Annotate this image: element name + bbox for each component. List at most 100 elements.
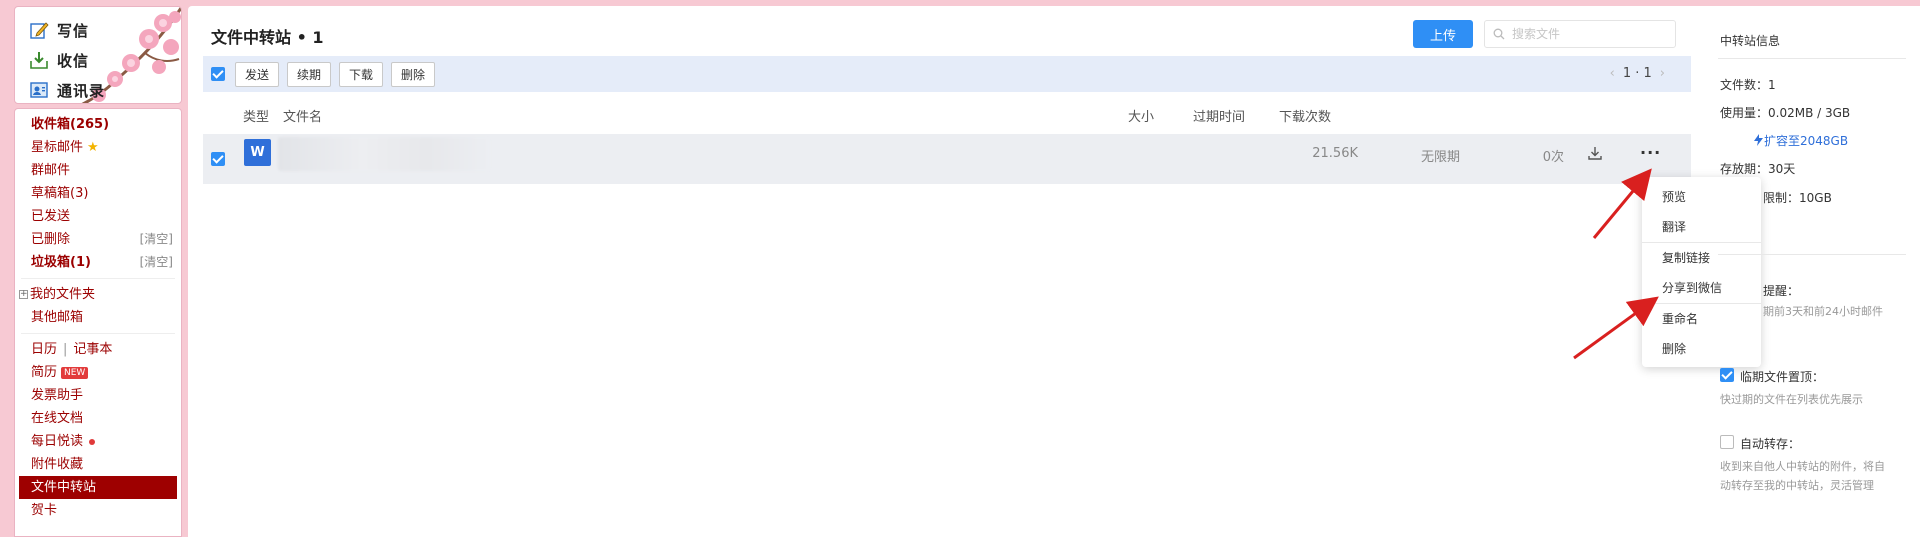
nav-spam-label: 垃圾箱(1): [31, 255, 91, 270]
nav-invoice-label: 发票助手: [31, 388, 84, 403]
star-icon: ★: [87, 140, 99, 155]
nav-invoice-assistant[interactable]: 发票助手: [15, 384, 181, 407]
nav-group-mail[interactable]: 群邮件: [15, 159, 181, 182]
file-size: 21.56K: [1312, 146, 1358, 161]
word-file-icon: W: [244, 139, 271, 166]
receive-mail-label: 收信: [57, 51, 90, 70]
compose-label: 写信: [57, 21, 90, 40]
nav-file-transfer[interactable]: 文件中转站: [19, 476, 177, 499]
nav-divider: [21, 278, 175, 279]
nav-calendar[interactable]: 日历: [31, 342, 57, 357]
lightning-icon: [1754, 134, 1763, 146]
nav-daily-read-label: 每日悦读: [31, 434, 84, 449]
auto-save-desc-1: 收到来自他人中转站的附件，将自: [1720, 460, 1885, 473]
nav-greeting-cards[interactable]: 贺卡: [15, 499, 181, 522]
nav-starred-label: 星标邮件: [31, 140, 84, 155]
expand-icon[interactable]: +: [19, 290, 28, 299]
nav-attachments-label: 附件收藏: [31, 457, 84, 472]
compose-button[interactable]: 写信: [29, 17, 89, 43]
nav-calendar-row: 日历 | 记事本: [15, 338, 181, 361]
file-expire: 无限期: [1420, 150, 1460, 165]
nav-pipe-divider: |: [63, 342, 68, 357]
info-usage: 使用量：0.02MB / 3GB: [1720, 106, 1851, 120]
info-panel: 中转站信息 文件数：1 使用量：0.02MB / 3GB 扩容至2048GB 存…: [1718, 6, 1920, 537]
nav-group-label: 群邮件: [31, 163, 71, 178]
info-divider: [1718, 58, 1906, 59]
renew-button[interactable]: 续期: [287, 62, 332, 87]
select-all-checkbox[interactable]: [211, 67, 225, 81]
nav-attachments[interactable]: 附件收藏: [15, 453, 181, 476]
nav-inbox[interactable]: 收件箱(265): [15, 113, 181, 136]
nav-sent-label: 已发送: [31, 209, 71, 224]
next-page-icon[interactable]: ›: [1660, 66, 1665, 81]
download-button[interactable]: 下载: [339, 62, 384, 87]
contacts-button[interactable]: 通讯录: [29, 77, 105, 103]
clear-deleted-link[interactable]: [清空]: [140, 228, 173, 251]
search-icon: [1493, 28, 1505, 40]
new-badge: NEW: [61, 366, 89, 379]
column-size[interactable]: 大小: [1128, 106, 1154, 125]
nav-drafts-label: 草稿箱(3): [31, 186, 89, 201]
nav-deleted[interactable]: 已删除 [清空]: [15, 228, 181, 251]
action-toolbar: 发送 续期 下载 删除 ‹ 1 · 1 ›: [203, 56, 1691, 92]
pin-expiring-checkbox[interactable]: [1720, 368, 1734, 382]
file-download-count: 0次: [1542, 150, 1564, 165]
receive-mail-button[interactable]: 收信: [29, 47, 89, 73]
nav-divider: [21, 333, 175, 334]
search-box: [1484, 20, 1676, 48]
quick-actions-panel: 写信 收信 通讯录: [14, 6, 182, 104]
contacts-label: 通讯录: [57, 81, 106, 100]
nav-sent[interactable]: 已发送: [15, 205, 181, 228]
column-type: 类型: [243, 110, 270, 125]
compose-icon: [30, 22, 49, 39]
nav-deleted-label: 已删除: [31, 232, 71, 247]
info-file-count: 文件数：1: [1720, 78, 1776, 92]
pin-expiring-label: 临期文件置顶：: [1740, 370, 1825, 384]
auto-save-label: 自动转存：: [1740, 437, 1801, 451]
column-downloads[interactable]: 下载次数: [1279, 106, 1331, 125]
inbox-download-icon: [30, 52, 48, 69]
nav-online-docs[interactable]: 在线文档: [15, 407, 181, 430]
nav-spam[interactable]: 垃圾箱(1) [清空]: [15, 251, 181, 274]
contacts-icon: [30, 82, 48, 98]
info-title: 中转站信息: [1720, 34, 1781, 48]
blurred-filename[interactable]: [278, 137, 490, 171]
prev-page-icon[interactable]: ‹: [1610, 66, 1615, 81]
row-checkbox[interactable]: [211, 152, 225, 166]
nav-drafts[interactable]: 草稿箱(3): [15, 182, 181, 205]
column-filename[interactable]: 文件名: [283, 106, 322, 125]
info-divider: [1718, 254, 1906, 255]
nav-other-mailbox-label: 其他邮箱: [31, 310, 84, 325]
nav-other-mailbox[interactable]: 其他邮箱: [15, 306, 181, 329]
info-reminder: 提醒：: [1763, 284, 1800, 298]
nav-resume-label: 简历: [31, 365, 58, 380]
unread-dot: [89, 438, 96, 445]
info-size-limit: 限制：10GB: [1763, 191, 1832, 205]
auto-save-desc-2: 动转存至我的中转站，灵活管理: [1720, 479, 1874, 492]
search-input[interactable]: [1510, 26, 1660, 42]
nav-starred[interactable]: 星标邮件 ★: [15, 136, 181, 159]
nav-file-transfer-label: 文件中转站: [31, 480, 97, 495]
page-title: 文件中转站 • 1: [211, 28, 324, 47]
more-options-icon[interactable]: ···: [1640, 143, 1661, 162]
pin-expiring-desc: 快过期的文件在列表优先展示: [1720, 393, 1863, 406]
expand-storage-link[interactable]: 扩容至2048GB: [1764, 132, 1848, 149]
pager: ‹ 1 · 1 ›: [1602, 56, 1673, 92]
upload-button[interactable]: 上传: [1413, 20, 1473, 48]
delete-button[interactable]: 删除: [391, 62, 436, 87]
nav-my-folders[interactable]: + 我的文件夹: [15, 283, 181, 306]
nav-notebook[interactable]: 记事本: [73, 342, 112, 357]
nav-resume[interactable]: 简历 NEW: [15, 361, 181, 384]
info-retention: 存放期：30天: [1720, 162, 1796, 176]
info-reminder-desc: 期前3天和前24小时邮件: [1763, 305, 1883, 318]
download-icon[interactable]: [1587, 145, 1603, 161]
nav-my-folders-label: 我的文件夹: [30, 287, 96, 302]
column-expire[interactable]: 过期时间: [1193, 106, 1245, 125]
nav-cards-label: 贺卡: [31, 503, 58, 518]
nav-online-docs-label: 在线文档: [31, 411, 84, 426]
nav-daily-read[interactable]: 每日悦读: [15, 430, 181, 453]
send-button[interactable]: 发送: [235, 62, 280, 87]
folder-nav: 收件箱(265) 星标邮件 ★ 群邮件 草稿箱(3) 已发送 已删除 [清空] 垃圾…: [14, 108, 182, 537]
auto-save-checkbox[interactable]: [1720, 435, 1734, 449]
clear-spam-link[interactable]: [清空]: [140, 251, 173, 274]
